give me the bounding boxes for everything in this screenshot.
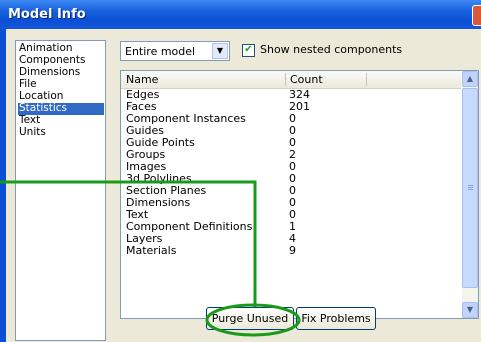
table-row[interactable]: Materials 9 [121,245,461,257]
statistics-table: Name Count Edges 324 Faces 201 Component I… [120,70,479,319]
grip-icon [468,189,473,190]
column-header-name[interactable]: Name [126,73,158,86]
chevron-down-icon[interactable]: ▼ [212,43,228,59]
row-count: 9 [289,244,296,257]
column-divider[interactable] [285,73,286,86]
scope-dropdown-value: Entire model [125,45,196,58]
model-info-panel: Animation Components Dimensions File Loc… [6,29,481,342]
scroll-down-icon[interactable]: ▼ [462,302,478,318]
category-item-units[interactable]: Units [18,127,104,139]
column-divider[interactable] [366,73,367,86]
title-bar: Model Info [0,0,481,29]
table-header: Name Count [121,71,461,89]
show-nested-label: Show nested components [260,43,403,56]
scope-dropdown[interactable]: Entire model ▼ [120,41,230,61]
category-list[interactable]: Animation Components Dimensions File Loc… [15,40,106,341]
grip-icon [468,187,473,188]
fix-problems-button[interactable]: Fix Problems [296,307,376,330]
window-title: Model Info [8,7,86,22]
show-nested-checkbox[interactable]: ✔ [242,44,255,57]
row-name: Materials [126,244,177,257]
scrollbar-thumb[interactable] [462,88,478,288]
vertical-scrollbar[interactable]: ▲ ▼ [462,71,478,318]
grip-icon [468,185,473,186]
scroll-up-icon[interactable]: ▲ [462,71,478,87]
purge-unused-button[interactable]: Purge Unused [206,307,294,330]
column-header-count[interactable]: Count [290,73,323,86]
close-button[interactable] [472,5,481,26]
